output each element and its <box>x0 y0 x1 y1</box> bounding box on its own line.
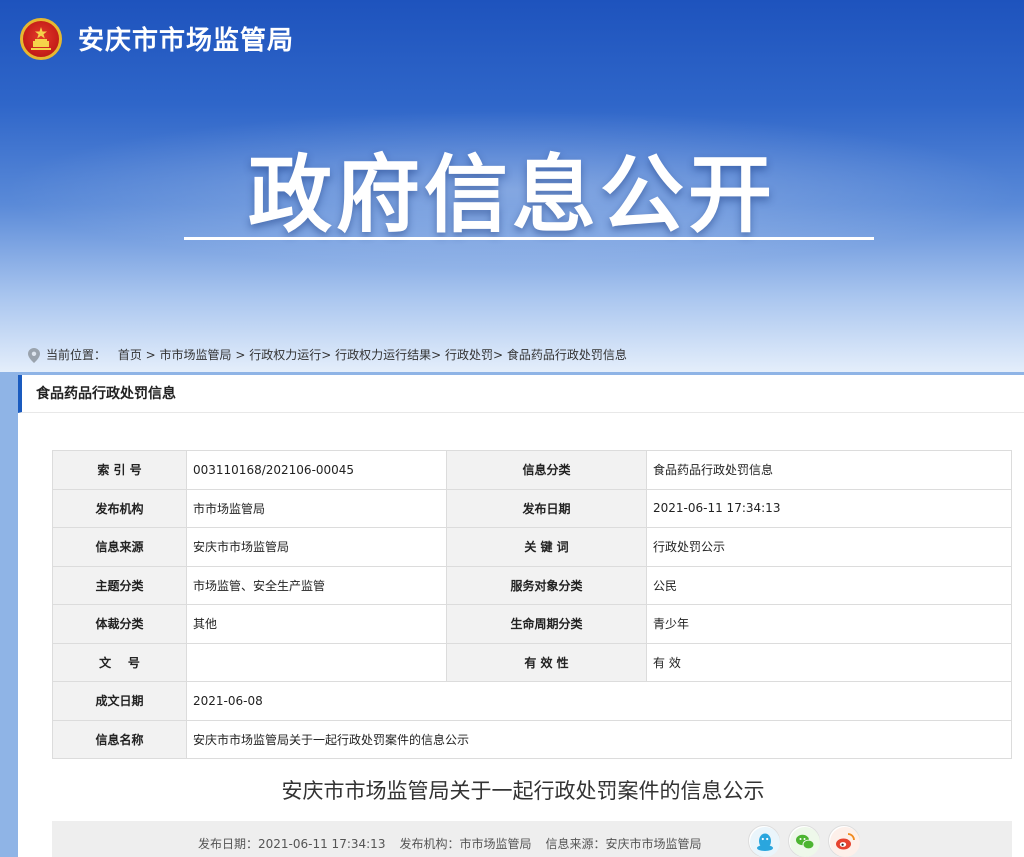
content-panel: 食品药品行政处罚信息 索 引 号 003110168/202106-00045 … <box>18 375 1024 857</box>
publisher: 发布机构：市市场监管局 <box>399 837 532 851</box>
table-row: 成文日期 2021-06-08 <box>52 681 1012 721</box>
meta-key: 成文日期 <box>52 681 187 721</box>
breadcrumb-sep: > <box>141 348 160 362</box>
meta-value: 食品药品行政处罚信息 <box>646 450 1012 490</box>
meta-key: 发布机构 <box>52 488 187 528</box>
breadcrumb: 当前位置： 首页 > 市市场监管局 > 行政权力运行> 行政权力运行结果> 行政… <box>28 346 627 363</box>
header-banner: 安庆市市场监管局 政府信息公开 当前位置： 首页 > 市市场监管局 > 行政权力… <box>0 0 1024 372</box>
table-row: 信息名称 安庆市市场监管局关于一起行政处罚案件的信息公示 <box>52 719 1012 759</box>
table-row: 主题分类 市场监管、安全生产监管 服务对象分类 公民 <box>52 565 1012 605</box>
meta-key: 信息来源 <box>52 527 187 567</box>
breadcrumb-penalty[interactable]: 行政处罚 <box>445 348 493 362</box>
document-meta-line: 发布日期：2021-06-11 17:34:13 发布机构：市市场监管局 信息来源：… <box>198 835 715 852</box>
table-row: 索 引 号 003110168/202106-00045 信息分类 食品药品行政… <box>52 450 1012 490</box>
site-name[interactable]: 安庆市市场监管局 <box>78 20 294 57</box>
table-row: 信息来源 安庆市市场监管局 关 键 词 行政处罚公示 <box>52 527 1012 567</box>
table-row: 发布机构 市市场监管局 发布日期 2021-06-11 17:34:13 <box>52 488 1012 528</box>
breadcrumb-home[interactable]: 首页 <box>118 348 142 362</box>
meta-key: 生命周期分类 <box>446 604 647 644</box>
meta-value: 行政处罚公示 <box>646 527 1012 567</box>
meta-value: 市场监管、安全生产监管 <box>186 565 447 605</box>
table-row: 文 号 有 效 性 有 效 <box>52 642 1012 682</box>
meta-value: 市市场监管局 <box>186 488 447 528</box>
meta-key: 信息分类 <box>446 450 647 490</box>
meta-value: 公民 <box>646 565 1012 605</box>
meta-key: 服务对象分类 <box>446 565 647 605</box>
meta-value: 2021-06-11 17:34:13 <box>646 488 1012 528</box>
hero-underline <box>184 237 874 240</box>
location-pin-icon <box>28 348 40 363</box>
breadcrumb-food-drug[interactable]: 食品药品行政处罚信息 <box>507 348 627 362</box>
hero-title: 政府信息公开 <box>247 146 776 244</box>
weibo-icon[interactable] <box>828 825 860 857</box>
breadcrumb-admin-result[interactable]: 行政权力运行结果 <box>335 348 431 362</box>
info-source: 信息来源：安庆市市场监管局 <box>545 837 702 851</box>
meta-key: 信息名称 <box>52 719 187 759</box>
meta-key: 索 引 号 <box>52 450 187 490</box>
meta-value: 青少年 <box>646 604 1012 644</box>
breadcrumb-sep: > <box>231 348 250 362</box>
meta-key: 发布日期 <box>446 488 647 528</box>
meta-key: 有 效 性 <box>446 642 647 682</box>
breadcrumb-sep: > <box>493 348 507 362</box>
qq-icon[interactable] <box>748 825 780 857</box>
meta-value: 安庆市市场监管局 <box>186 527 447 567</box>
meta-key: 体裁分类 <box>52 604 187 644</box>
meta-key: 文 号 <box>52 642 187 682</box>
meta-key: 主题分类 <box>52 565 187 605</box>
meta-value: 安庆市市场监管局关于一起行政处罚案件的信息公示 <box>186 719 1012 759</box>
breadcrumb-sep: > <box>431 348 446 362</box>
meta-value: 003110168/202106-00045 <box>186 450 447 490</box>
wechat-icon[interactable] <box>788 825 820 857</box>
publish-date: 发布日期：2021-06-11 17:34:13 <box>198 837 386 851</box>
section-title: 食品药品行政处罚信息 <box>18 375 1024 413</box>
document-info-bar: 发布日期：2021-06-11 17:34:13 发布机构：市市场监管局 信息来源：… <box>52 821 1012 857</box>
meta-value: 其他 <box>186 604 447 644</box>
breadcrumb-bureau[interactable]: 市市场监管局 <box>160 348 232 362</box>
metadata-table: 索 引 号 003110168/202106-00045 信息分类 食品药品行政… <box>52 450 1012 759</box>
breadcrumb-admin-power[interactable]: 行政权力运行 <box>249 348 321 362</box>
meta-value: 有 效 <box>646 642 1012 682</box>
national-emblem-icon <box>20 18 62 60</box>
table-row: 体裁分类 其他 生命周期分类 青少年 <box>52 604 1012 644</box>
document-title: 安庆市市场监管局关于一起行政处罚案件的信息公示 <box>281 779 765 803</box>
breadcrumb-prefix: 当前位置： <box>46 348 107 362</box>
meta-value <box>186 642 447 682</box>
meta-value: 2021-06-08 <box>186 681 1012 721</box>
meta-key: 关 键 词 <box>446 527 647 567</box>
breadcrumb-sep: > <box>321 348 336 362</box>
